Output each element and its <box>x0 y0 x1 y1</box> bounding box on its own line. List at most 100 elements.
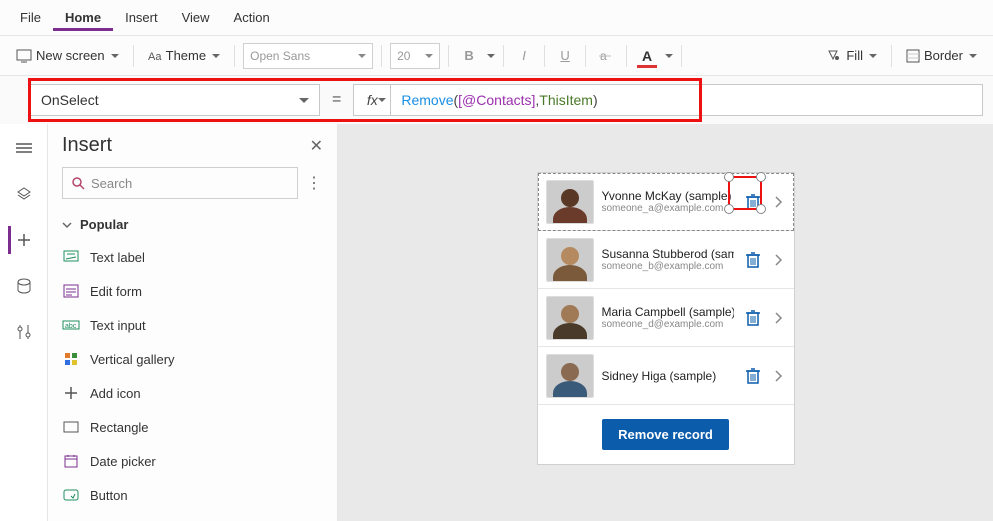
separator <box>585 45 586 67</box>
font-size-select[interactable]: 20 <box>390 43 440 69</box>
separator <box>544 45 545 67</box>
button-icon <box>62 486 80 504</box>
chevron-down-icon <box>969 54 977 62</box>
section-label: Popular <box>80 217 128 232</box>
separator <box>891 45 892 67</box>
insert-item-button[interactable]: Button <box>48 478 337 512</box>
trash-icon[interactable] <box>742 307 764 329</box>
insert-title: Insert <box>62 134 112 157</box>
fx-button[interactable]: fx <box>353 84 391 116</box>
chevron-down-icon <box>487 54 495 62</box>
fill-label: Fill <box>846 48 863 63</box>
rail-settings-icon[interactable] <box>10 318 38 346</box>
insert-item-label: Vertical gallery <box>90 352 175 367</box>
svg-text:Aa: Aa <box>148 51 162 63</box>
search-placeholder: Search <box>91 176 132 191</box>
text-input-icon: abc <box>62 316 80 334</box>
chevron-down-icon <box>62 220 72 230</box>
underline-button[interactable]: U <box>553 44 577 68</box>
theme-button[interactable]: Aa Theme <box>142 44 226 67</box>
gallery-row[interactable]: Maria Campbell (sample) someone_d@exampl… <box>538 289 794 347</box>
rail-tree-icon[interactable] <box>10 134 38 162</box>
insert-item-add-icon[interactable]: Add icon <box>48 376 337 410</box>
bold-button[interactable]: B <box>457 44 481 68</box>
insert-item-rectangle[interactable]: Rectangle <box>48 410 337 444</box>
remove-record-button[interactable]: Remove record <box>602 419 729 450</box>
insert-item-label: Date picker <box>90 454 156 469</box>
trash-icon[interactable] <box>742 249 764 271</box>
gallery-row[interactable]: Yvonne McKay (sample) someone_a@example.… <box>538 173 794 231</box>
insert-item-text-input[interactable]: abc Text input <box>48 308 337 342</box>
menu-insert[interactable]: Insert <box>113 4 170 31</box>
insert-panel: Insert ✕ Search ⋮ Popular Text label Edi… <box>48 124 338 521</box>
insert-item-vertical-gallery[interactable]: Vertical gallery <box>48 342 337 376</box>
property-name: OnSelect <box>41 92 99 108</box>
new-screen-button[interactable]: New screen <box>10 44 125 67</box>
gallery-row[interactable]: Sidney Higa (sample) <box>538 347 794 405</box>
chevron-right-icon[interactable] <box>772 196 786 208</box>
separator <box>133 45 134 67</box>
search-icon <box>71 176 85 190</box>
edit-form-icon <box>62 282 80 300</box>
search-input[interactable]: Search <box>62 167 298 199</box>
menu-file[interactable]: File <box>8 4 53 31</box>
strike-button[interactable]: a <box>594 44 618 68</box>
more-icon[interactable]: ⋮ <box>306 173 323 193</box>
menu-view[interactable]: View <box>170 4 222 31</box>
left-rail <box>0 124 48 521</box>
italic-button[interactable]: I <box>512 44 536 68</box>
chevron-right-icon[interactable] <box>772 312 786 324</box>
border-label: Border <box>924 48 963 63</box>
insert-item-label: Add icon <box>90 386 141 401</box>
vertical-gallery-icon <box>62 350 80 368</box>
text-label-icon <box>62 248 80 266</box>
insert-item-edit-form[interactable]: Edit form <box>48 274 337 308</box>
chevron-down-icon <box>111 54 119 62</box>
insert-item-label: Text label <box>90 250 145 265</box>
color-swatch <box>637 65 657 68</box>
property-select[interactable]: OnSelect <box>30 84 320 116</box>
add-icon-icon <box>62 384 80 402</box>
insert-item-label: Rectangle <box>90 420 149 435</box>
insert-item-date-picker[interactable]: Date picker <box>48 444 337 478</box>
formula-bar: OnSelect = fx Remove( [@Contacts], ThisI… <box>0 76 993 124</box>
gallery-row[interactable]: Susanna Stubberod (sample) someone_b@exa… <box>538 231 794 289</box>
chevron-down-icon <box>212 54 220 62</box>
date-picker-icon <box>62 452 80 470</box>
rectangle-icon <box>62 418 80 436</box>
menubar: File Home Insert View Action <box>0 0 993 36</box>
separator <box>503 45 504 67</box>
canvas[interactable]: Yvonne McKay (sample) someone_a@example.… <box>338 124 993 521</box>
separator <box>626 45 627 67</box>
chevron-right-icon[interactable] <box>772 370 786 382</box>
formula-input[interactable]: Remove( [@Contacts], ThisItem ) <box>391 84 983 116</box>
new-screen-label: New screen <box>36 48 105 63</box>
trash-icon[interactable] <box>742 191 764 213</box>
menu-action[interactable]: Action <box>222 4 282 31</box>
chevron-down-icon <box>869 54 877 62</box>
contact-name: Yvonne McKay (sample) <box>602 189 734 203</box>
avatar <box>546 354 594 398</box>
chevron-right-icon[interactable] <box>772 254 786 266</box>
separator <box>681 45 682 67</box>
chevron-down-icon <box>665 54 673 62</box>
section-popular[interactable]: Popular <box>48 209 337 240</box>
formula-ds: [@Contacts] <box>458 92 535 108</box>
gallery-control[interactable]: Yvonne McKay (sample) someone_a@example.… <box>537 172 795 465</box>
avatar <box>546 296 594 340</box>
font-color-button[interactable]: A <box>635 44 659 68</box>
font-select[interactable]: Open Sans <box>243 43 373 69</box>
insert-item-label: Text input <box>90 318 146 333</box>
insert-item-text-label[interactable]: Text label <box>48 240 337 274</box>
rail-data-icon[interactable] <box>10 272 38 300</box>
rail-insert-icon[interactable] <box>8 226 36 254</box>
fill-button[interactable]: Fill <box>820 44 883 67</box>
rail-layers-icon[interactable] <box>10 180 38 208</box>
menu-home[interactable]: Home <box>53 4 113 31</box>
ribbon: New screen Aa Theme Open Sans 20 B I U a… <box>0 36 993 76</box>
trash-icon[interactable] <box>742 365 764 387</box>
theme-label: Theme <box>166 48 206 63</box>
border-button[interactable]: Border <box>900 44 983 67</box>
contact-email: someone_a@example.com <box>602 203 734 214</box>
close-icon[interactable]: ✕ <box>310 136 323 156</box>
